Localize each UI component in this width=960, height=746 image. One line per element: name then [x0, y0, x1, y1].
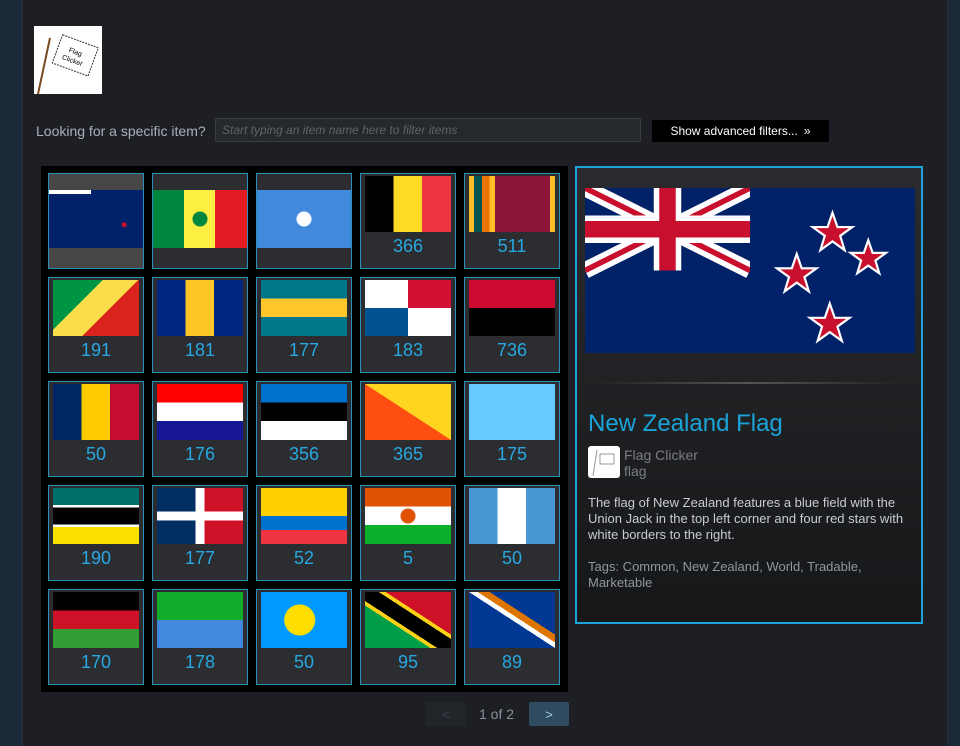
item-count: 177 [184, 548, 216, 568]
filter-label: Looking for a specific item? [36, 123, 206, 139]
item-count: 181 [184, 340, 216, 360]
item-count: 191 [80, 340, 112, 360]
next-page-button[interactable]: > [529, 702, 569, 726]
item-count: 366 [392, 236, 424, 256]
dominican-republic-flag-icon [157, 488, 243, 544]
inventory-item[interactable]: 736 [464, 277, 560, 373]
croatia-flag-icon [157, 384, 243, 440]
inventory-item[interactable] [256, 173, 352, 269]
inventory-item[interactable]: 366 [360, 173, 456, 269]
inventory-item[interactable] [152, 173, 248, 269]
panama-flag-icon [365, 280, 451, 336]
item-count: 177 [288, 340, 320, 360]
item-tags: Tags: Common, New Zealand, World, Tradab… [588, 559, 862, 590]
belgium-flag-icon [365, 176, 451, 232]
item-count: 5 [402, 548, 413, 568]
filter-input[interactable] [215, 118, 641, 142]
inventory-item[interactable]: 170 [48, 589, 144, 685]
item-count: 511 [497, 236, 527, 256]
inventory-item[interactable] [48, 173, 144, 269]
item-count: 50 [501, 548, 523, 568]
sri-lanka-flag-icon [469, 176, 555, 232]
inventory-item[interactable]: 191 [48, 277, 144, 373]
item-count: 170 [80, 652, 112, 672]
inventory-item[interactable]: 50 [464, 485, 560, 581]
item-description: The flag of New Zealand features a blue … [588, 495, 904, 542]
item-type: flag [624, 463, 647, 479]
item-count: 176 [184, 444, 216, 464]
estonia-flag-icon [261, 384, 347, 440]
inventory-item[interactable]: 190 [48, 485, 144, 581]
inventory-item[interactable]: 50 [48, 381, 144, 477]
item-count: 50 [293, 652, 315, 672]
inventory-item[interactable]: 5 [360, 485, 456, 581]
somalia-flag-icon [257, 190, 351, 248]
inventory-item[interactable]: 356 [256, 381, 352, 477]
saint-kitts-and-nevis-flag-icon [365, 592, 451, 648]
guatemala-flag-icon [469, 488, 555, 544]
inventory-item[interactable]: 178 [152, 589, 248, 685]
inventory-item[interactable]: 175 [464, 381, 560, 477]
inventory-item[interactable]: 50 [256, 589, 352, 685]
inventory-item[interactable]: 177 [256, 277, 352, 373]
niger-flag-icon [365, 488, 451, 544]
inventory-page: Flag Clicker Looking for a specific item?… [22, 0, 948, 746]
angola-flag-icon [469, 280, 555, 336]
inventory-item[interactable]: 95 [360, 589, 456, 685]
bahamas-flag-icon [261, 280, 347, 336]
inventory-item[interactable]: 365 [360, 381, 456, 477]
item-count: 190 [80, 548, 112, 568]
item-count: 89 [501, 652, 523, 672]
marshall-islands-flag-icon [469, 592, 555, 648]
inventory-item[interactable]: 89 [464, 589, 560, 685]
mozambique-flag-icon [53, 488, 139, 544]
advanced-filters-button[interactable]: Show advanced filters... » [652, 120, 829, 142]
new-zealand-flag-image [585, 188, 915, 353]
inventory-item[interactable]: 177 [152, 485, 248, 581]
eritrea-flag-icon [157, 592, 243, 648]
item-count: 52 [293, 548, 315, 568]
game-icon[interactable] [588, 446, 620, 478]
senegal-flag-icon [153, 190, 247, 248]
chevron-double-down-icon: » [803, 124, 811, 138]
inventory-grid: 366 511 191 181 177 183 736 50 176 356 365 175 190 17… [41, 166, 568, 692]
divider [595, 382, 903, 384]
item-count: 365 [392, 444, 424, 464]
inventory-item[interactable]: 176 [152, 381, 248, 477]
page-info: 1 of 2 [479, 706, 515, 722]
congo-flag-icon [53, 280, 139, 336]
prev-page-button[interactable]: < [426, 702, 466, 726]
item-count: 178 [184, 652, 216, 672]
new-zealand-flag-icon [49, 190, 143, 248]
game-logo: Flag Clicker [34, 26, 102, 95]
item-count: 356 [288, 444, 320, 464]
item-count: 95 [397, 652, 419, 672]
chad-flag-icon [53, 384, 139, 440]
palau-flag-icon [261, 592, 347, 648]
barbados-flag-icon [157, 280, 243, 336]
bhutan-flag-icon [365, 384, 451, 440]
advanced-filters-label: Show advanced filters... [670, 124, 798, 138]
item-count: 183 [392, 340, 424, 360]
game-name[interactable]: Flag Clicker [624, 447, 698, 463]
inventory-item[interactable]: 511 [464, 173, 560, 269]
item-count: 50 [85, 444, 107, 464]
inventory-item[interactable]: 52 [256, 485, 352, 581]
saint-lucia-flag-icon [469, 384, 555, 440]
item-detail-panel: New Zealand Flag Flag Clicker flag The f… [575, 166, 923, 624]
ecuador-flag-icon [261, 488, 347, 544]
malawi-flag-icon [53, 592, 139, 648]
inventory-item[interactable]: 181 [152, 277, 248, 373]
item-title: New Zealand Flag [588, 410, 783, 437]
item-count: 175 [496, 444, 528, 464]
inventory-item[interactable]: 183 [360, 277, 456, 373]
item-count: 736 [496, 340, 528, 360]
